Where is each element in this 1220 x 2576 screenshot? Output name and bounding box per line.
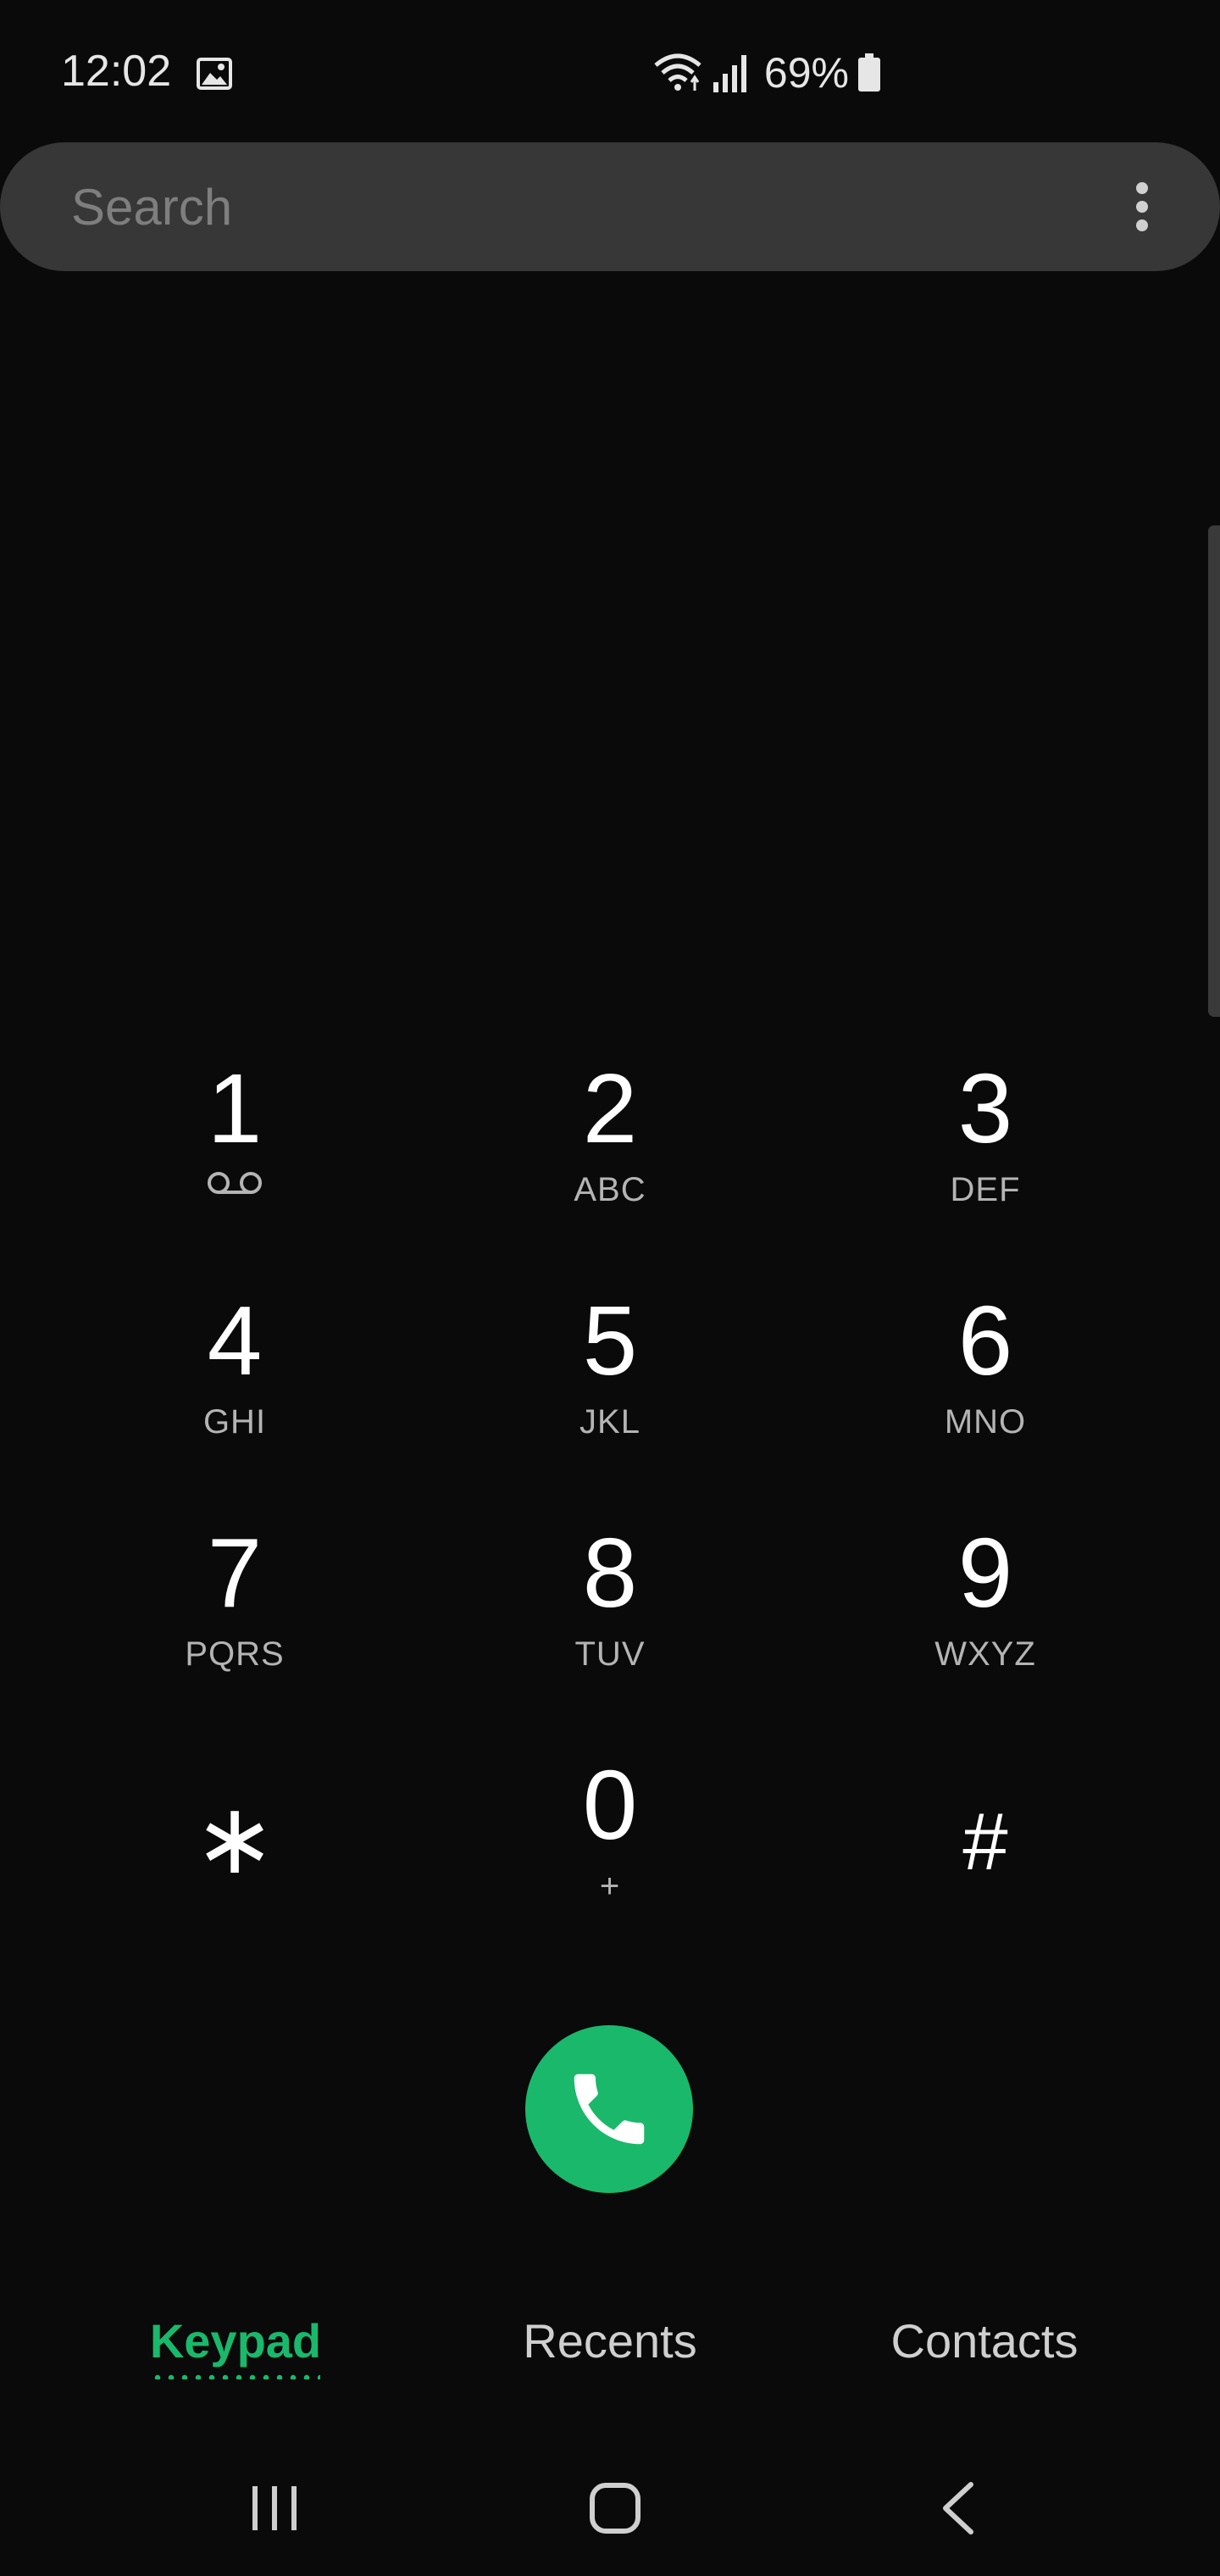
key-letters: + (599, 1868, 621, 1905)
voicemail-icon (208, 1172, 262, 1194)
more-options-button[interactable] (1125, 176, 1159, 237)
recent-apps-icon (252, 2486, 297, 2530)
recent-apps-button[interactable] (224, 2466, 325, 2551)
search-bar[interactable] (0, 142, 1220, 271)
phone-icon (574, 2074, 645, 2145)
key-3[interactable]: 3 DEF (858, 1042, 1112, 1229)
gallery-icon (197, 58, 232, 90)
key-letters: JKL (580, 1403, 640, 1441)
key-8[interactable]: 8 TUV (483, 1507, 737, 1693)
tab-keypad[interactable]: Keypad (66, 2313, 405, 2368)
key-letters: GHI (202, 1403, 267, 1441)
active-tab-indicator (151, 2374, 320, 2379)
wifi-icon (654, 53, 702, 91)
key-0[interactable]: 0 + (483, 1739, 737, 1925)
back-button[interactable] (907, 2466, 1008, 2551)
key-6[interactable]: 6 MNO (858, 1274, 1112, 1461)
navigation-bar (0, 2440, 1220, 2576)
key-digit: ∗ (193, 1784, 276, 1894)
status-indicators: 69% (652, 47, 881, 98)
key-9[interactable]: 9 WXYZ (858, 1507, 1112, 1693)
key-7[interactable]: 7 PQRS (108, 1507, 362, 1693)
signal-icon (713, 55, 746, 92)
key-digit: 4 (207, 1285, 263, 1396)
key-star[interactable]: ∗ (108, 1739, 362, 1925)
call-button[interactable] (525, 2025, 693, 2193)
key-digit: 5 (582, 1285, 638, 1396)
battery-icon (858, 53, 880, 92)
status-bar: 12:02 69% (0, 0, 1220, 144)
key-digit: 6 (957, 1285, 1013, 1396)
key-digit: 3 (957, 1053, 1013, 1163)
key-4[interactable]: 4 GHI (108, 1274, 362, 1461)
key-letters: MNO (944, 1403, 1027, 1441)
key-digit: 0 (582, 1750, 638, 1860)
key-letters: DEF (950, 1171, 1021, 1208)
back-icon (943, 2482, 973, 2534)
battery-percent: 69% (763, 49, 849, 97)
key-letters: PQRS (185, 1635, 285, 1673)
home-button[interactable] (564, 2466, 666, 2551)
key-letters: WXYZ (934, 1635, 1036, 1673)
key-letters: ABC (574, 1171, 646, 1208)
key-digit: 7 (207, 1518, 263, 1628)
search-input[interactable] (71, 175, 1003, 239)
key-digit: 2 (582, 1053, 638, 1163)
tab-contacts[interactable]: Contacts (815, 2313, 1154, 2368)
key-digit: 9 (957, 1518, 1013, 1628)
tab-recents[interactable]: Recents (441, 2313, 779, 2368)
scroll-handle[interactable] (1208, 525, 1220, 1017)
key-digit: 1 (207, 1053, 263, 1163)
status-time: 12:02 (61, 47, 172, 96)
bottom-tabs: Keypad Recents Contacts (0, 2288, 1220, 2398)
key-2[interactable]: 2 ABC (483, 1042, 737, 1229)
key-hash[interactable]: # (858, 1739, 1112, 1925)
home-icon (590, 2483, 640, 2534)
key-1[interactable]: 1 (108, 1042, 362, 1229)
key-letters: TUV (574, 1635, 646, 1673)
more-vertical-icon (1136, 182, 1148, 231)
dialpad: 1 2 ABC 3 DEF 4 GHI 5 JKL 6 MNO 7 PQRS 8… (0, 1042, 1220, 1974)
key-digit: 8 (582, 1518, 638, 1628)
key-5[interactable]: 5 JKL (483, 1274, 737, 1461)
key-digit: # (962, 1796, 1008, 1887)
